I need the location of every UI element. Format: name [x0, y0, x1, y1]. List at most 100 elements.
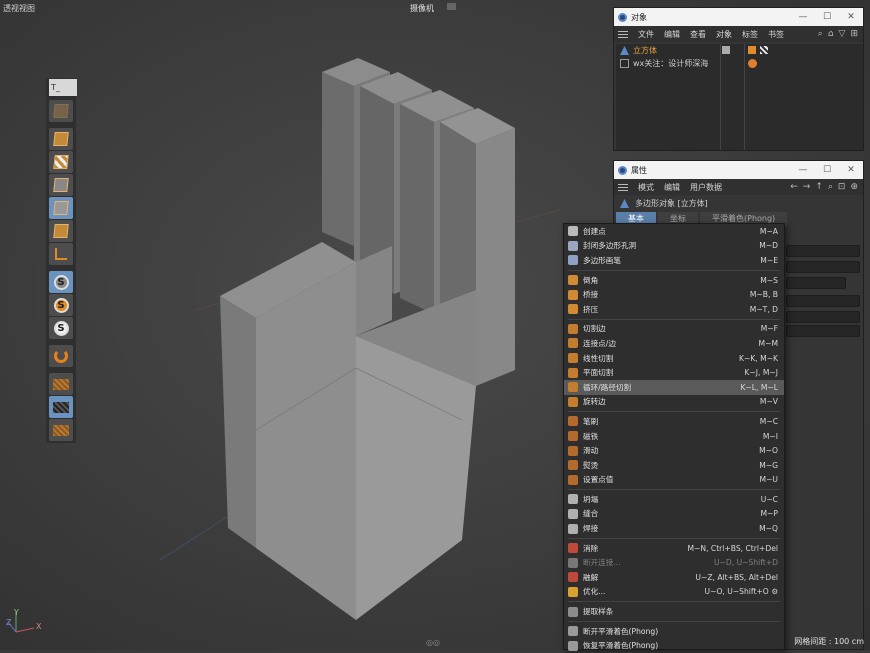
object-row-watermark[interactable]: wx关注：设计师深海: [616, 57, 863, 70]
menu-item[interactable]: 循环/路径切割 K~L, M~L: [564, 379, 784, 395]
checker-tag-icon[interactable]: [760, 46, 768, 54]
menu-item[interactable]: 切割边 M~F: [564, 322, 784, 337]
menu-item[interactable]: 消除 M~N, Ctrl+BS, Ctrl+Del: [564, 541, 784, 556]
menu-item[interactable]: 磁铁 M~I: [564, 429, 784, 444]
menu-item[interactable]: 坍塌 U~C: [564, 492, 784, 507]
menu-item-label: 连接点/边: [583, 338, 616, 348]
menu-object[interactable]: 对象: [716, 29, 732, 40]
menu-item-shortcut: K~K, M~K: [738, 353, 778, 363]
filter-icon[interactable]: ▽: [839, 29, 846, 39]
snap-settings-icon[interactable]: S: [49, 294, 73, 316]
menu-icon[interactable]: [618, 183, 628, 191]
menu-item-label: 断开连接...: [583, 558, 621, 568]
cube-faded-icon[interactable]: [49, 100, 73, 122]
back-arrow-icon[interactable]: ←: [790, 182, 798, 192]
menu-item[interactable]: 桥接 M~B, B: [564, 287, 784, 302]
attribute-dropdown[interactable]: [786, 311, 860, 323]
expand-icon[interactable]: ⊞: [850, 29, 858, 39]
attribute-dropdown[interactable]: [786, 295, 860, 307]
minimize-button[interactable]: —: [791, 12, 815, 22]
menu-item[interactable]: 设置点值 M~U: [564, 473, 784, 488]
menu-edit[interactable]: 编辑: [664, 29, 680, 40]
attributes-menubar: 模式 编辑 用户数据 ← → ↑ ⌕ ⊡ ⊕: [614, 179, 863, 195]
menu-edit[interactable]: 编辑: [664, 182, 680, 193]
grid-icon[interactable]: [49, 373, 73, 395]
object-name: wx关注：设计师深海: [633, 59, 709, 68]
menu-item[interactable]: 滑动 M~O: [564, 443, 784, 458]
menu-icon[interactable]: [618, 30, 628, 38]
menu-item-icon: [568, 304, 578, 315]
menu-item[interactable]: 焊接 M~Q: [564, 521, 784, 536]
menu-item[interactable]: 断开连接... U~D, U~Shift+D: [564, 555, 784, 570]
menu-item[interactable]: 提取样条: [564, 604, 784, 619]
attribute-dropdown[interactable]: [786, 325, 860, 337]
menu-item-icon: [568, 557, 578, 568]
maximize-button[interactable]: ☐: [815, 12, 839, 22]
palm-left: [220, 296, 256, 548]
attribute-field[interactable]: [786, 245, 860, 257]
up-arrow-icon[interactable]: ↑: [815, 182, 823, 192]
menu-item[interactable]: 笔刷 M~C: [564, 414, 784, 429]
menu-item-icon: [568, 640, 578, 651]
snap-enable-icon[interactable]: S: [49, 317, 73, 339]
menu-item[interactable]: 线性切割 K~K, M~K: [564, 351, 784, 366]
menu-item[interactable]: 封闭多边形孔洞 M~D: [564, 239, 784, 254]
object-row-cube[interactable]: 立方体: [616, 44, 863, 57]
forward-arrow-icon[interactable]: →: [803, 182, 811, 192]
home-icon[interactable]: ⌂: [828, 29, 834, 39]
menu-item[interactable]: 熨烫 M~G: [564, 458, 784, 473]
phong-tag-icon[interactable]: [748, 46, 756, 54]
finger-4-front: [476, 128, 515, 386]
attribute-field[interactable]: [786, 277, 846, 289]
menu-item[interactable]: 恢复平滑着色(Phong): [564, 638, 784, 653]
axis-icon[interactable]: [49, 243, 73, 265]
cube-model-icon[interactable]: [49, 128, 73, 150]
objects-titlebar[interactable]: 对象 — ☐ ✕: [614, 8, 863, 26]
menu-view[interactable]: 查看: [690, 29, 706, 40]
lock-icon[interactable]: ⊡: [838, 182, 846, 192]
new-view-icon[interactable]: ⊕: [850, 182, 858, 192]
menu-item-icon: [568, 240, 578, 251]
menu-item[interactable]: 连接点/边 M~M: [564, 336, 784, 351]
attribute-field[interactable]: [786, 261, 860, 273]
no-entry-icon[interactable]: [748, 59, 757, 68]
menu-item[interactable]: 挤压 M~T, D: [564, 302, 784, 317]
menu-item[interactable]: 融解 U~Z, Alt+BS, Alt+Del: [564, 570, 784, 585]
menu-mode[interactable]: 模式: [638, 182, 654, 193]
cube-edges-icon[interactable]: [49, 197, 73, 219]
context-menu: 创建点 M~A 封闭多边形孔洞 M~D 多边形画笔 M~E 倒角 M~S 桥接 M~B, B 挤压 M…: [563, 223, 785, 653]
objects-title: 对象: [631, 12, 647, 22]
menu-item[interactable]: 旋转边 M~V: [564, 395, 784, 410]
cube-texture-icon[interactable]: [49, 151, 73, 173]
perspective-viewport[interactable]: 透视视图 摄像机 Y Z X T_ S S S 对象 — ☐ ✕ 文件 编辑 查…: [0, 0, 870, 653]
search-icon[interactable]: ⌕: [818, 29, 823, 39]
menu-user-data[interactable]: 用户数据: [690, 182, 722, 193]
maximize-button[interactable]: ☐: [815, 165, 839, 175]
close-button[interactable]: ✕: [839, 165, 863, 175]
toolbar-top-button[interactable]: T_: [49, 79, 77, 96]
lock-grid-icon[interactable]: [49, 396, 73, 418]
workplane-icon[interactable]: [49, 419, 73, 441]
cube-points-icon[interactable]: [49, 174, 73, 196]
menu-item-label: 滑动: [583, 446, 599, 456]
menu-item[interactable]: 平面切割 K~J, M~J: [564, 365, 784, 380]
snap-icon[interactable]: S: [49, 271, 73, 293]
menu-bookmarks[interactable]: 书签: [768, 29, 784, 40]
minimize-button[interactable]: —: [791, 165, 815, 175]
cube-polygons-icon[interactable]: [49, 220, 73, 242]
menu-item[interactable]: 优化... U~O, U~Shift+O ⚙: [564, 585, 784, 600]
menu-tags[interactable]: 标签: [742, 29, 758, 40]
menu-item[interactable]: 断开平滑着色(Phong): [564, 624, 784, 639]
menu-item[interactable]: 缝合 M~P: [564, 507, 784, 522]
menu-item[interactable]: 创建点 M~A: [564, 224, 784, 239]
menu-item[interactable]: 倒角 M~S: [564, 273, 784, 288]
finger-3-side: [400, 104, 434, 314]
menu-item[interactable]: 多边形画笔 M~E: [564, 253, 784, 268]
search-icon[interactable]: ⌕: [828, 182, 833, 192]
visibility-toggle-icon[interactable]: [722, 46, 730, 54]
menu-file[interactable]: 文件: [638, 29, 654, 40]
magnet-icon[interactable]: [49, 345, 73, 367]
close-button[interactable]: ✕: [839, 12, 863, 22]
attributes-titlebar[interactable]: 属性 — ☐ ✕: [614, 161, 863, 179]
menu-item-icon: [568, 523, 578, 534]
